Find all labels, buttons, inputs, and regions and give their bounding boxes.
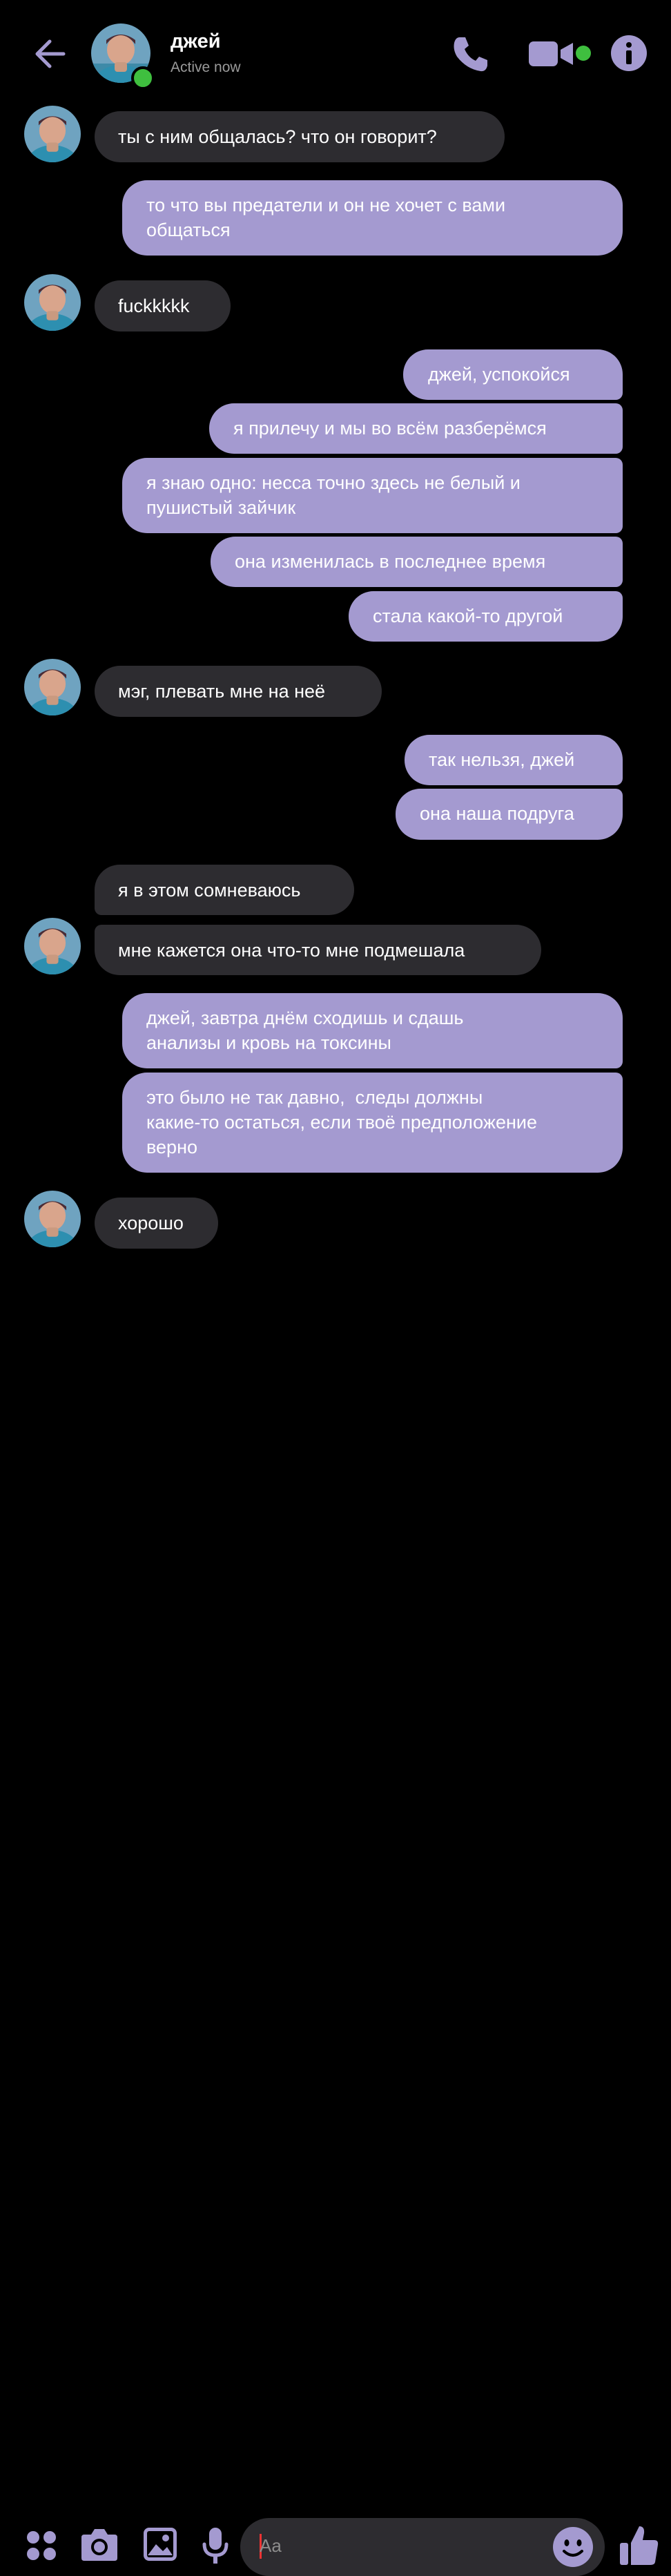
phone-icon[interactable] <box>450 33 492 75</box>
outgoing-message[interactable]: она наша подруга <box>396 789 623 840</box>
outgoing-message[interactable]: она изменилась в последнее время <box>211 537 623 587</box>
outgoing-message[interactable]: джей, успокойся <box>403 349 623 400</box>
video-camera-icon[interactable] <box>527 37 577 70</box>
incoming-message[interactable]: мэг, плевать мне на неё <box>95 666 382 717</box>
message-composer: Aa <box>0 1257 671 2576</box>
message-avatar[interactable] <box>24 274 81 331</box>
thumbs-up-icon[interactable] <box>619 2524 660 2568</box>
grid-dots-icon[interactable] <box>25 2529 58 2562</box>
outgoing-message[interactable]: стала какой-то другой <box>349 591 623 642</box>
contact-name[interactable]: джей <box>171 30 221 53</box>
outgoing-message[interactable]: так нельзя, джей <box>405 735 623 785</box>
incoming-message[interactable]: я в этом сомневаюсь <box>95 865 354 915</box>
message-input[interactable] <box>240 2518 605 2576</box>
incoming-message[interactable]: ты с ним общалась? что он говорит? <box>95 111 505 162</box>
message-avatar[interactable] <box>24 106 81 162</box>
image-icon[interactable] <box>142 2526 178 2562</box>
microphone-icon[interactable] <box>202 2526 229 2566</box>
message-avatar[interactable] <box>24 1191 81 1247</box>
info-icon[interactable] <box>610 35 648 72</box>
smiley-icon[interactable] <box>552 2526 594 2568</box>
arrow-left-icon[interactable] <box>30 33 72 75</box>
outgoing-message[interactable]: это было не так давно, следы должны каки… <box>122 1073 623 1173</box>
incoming-message[interactable]: мне кажется она что-то мне подмешала <box>95 925 541 975</box>
incoming-message[interactable]: fuckkkkk <box>95 280 231 331</box>
message-avatar[interactable] <box>24 659 81 715</box>
outgoing-message[interactable]: я знаю одно: несса точно здесь не белый … <box>122 458 623 533</box>
online-indicator <box>131 66 155 90</box>
active-call-indicator <box>576 46 591 61</box>
camera-icon[interactable] <box>80 2526 119 2562</box>
outgoing-message[interactable]: джей, завтра днём сходишь и сдашь анализ… <box>122 993 623 1068</box>
contact-status: Active now <box>171 59 241 75</box>
outgoing-message[interactable]: я прилечу и мы во всём разберёмся <box>209 403 623 454</box>
outgoing-message[interactable]: то что вы предатели и он не хочет с вами… <box>122 180 623 256</box>
incoming-message[interactable]: хорошо <box>95 1198 218 1249</box>
message-input-placeholder: Aa <box>260 2535 282 2556</box>
chat-header: джей Active now <box>0 0 671 104</box>
message-avatar[interactable] <box>24 918 81 974</box>
